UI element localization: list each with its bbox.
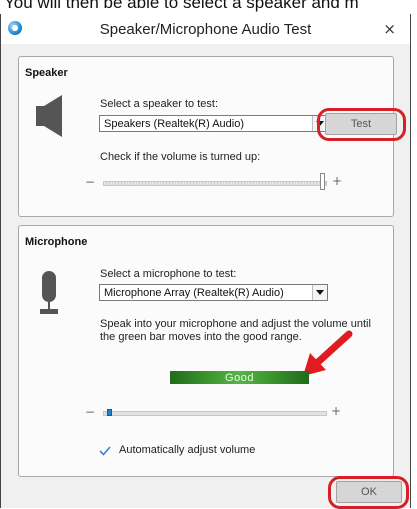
speaker-volume-label: Check if the volume is turned up: [100,151,261,163]
microphone-select-label: Select a microphone to test: [100,268,237,280]
microphone-dropdown-value: Microphone Array (Realtek(R) Audio) [104,287,284,299]
dialog-window: Speaker/Microphone Audio Test × Speaker … [0,14,411,509]
close-button[interactable]: × [383,20,396,38]
speaker-select-label: Select a speaker to test: [100,98,219,110]
speaker-volume-decrease[interactable]: − [85,175,95,189]
speaker-volume-increase[interactable]: + [332,174,342,188]
speaker-dropdown-value: Speakers (Realtek(R) Audio) [104,118,245,130]
auto-adjust-label: Automatically adjust volume [119,444,256,456]
speaker-dropdown[interactable]: Speakers (Realtek(R) Audio) [99,115,328,132]
title-bar: Speaker/Microphone Audio Test × [1,14,410,44]
ok-button[interactable]: OK [336,481,402,503]
microphone-instruction-line2: the green bar moves into the good range. [100,331,302,343]
microphone-volume-thumb[interactable] [107,409,113,416]
microphone-dropdown[interactable]: Microphone Array (Realtek(R) Audio) [99,284,328,301]
test-button[interactable]: Test [325,113,397,135]
chevron-down-icon [312,285,327,300]
microphone-section-title: Microphone [25,236,88,248]
microphone-volume-slider[interactable] [103,411,327,416]
speaker-icon [36,95,62,137]
speaker-volume-slider[interactable] [103,181,327,186]
speaker-section-title: Speaker [25,67,68,79]
microphone-instruction-line1: Speak into your microphone and adjust th… [100,318,371,330]
checkmark-icon [99,446,111,456]
caption-text: You will then be able to select a speake… [4,0,359,12]
mic-level-indicator: Good [170,371,309,384]
speaker-volume-thumb[interactable] [320,173,325,190]
caption-strip: You will then be able to select a speake… [0,0,417,14]
mic-level-text: Good [225,371,254,384]
microphone-volume-decrease[interactable]: − [85,405,95,419]
auto-adjust-checkbox[interactable] [98,444,112,458]
window-title: Speaker/Microphone Audio Test [99,21,312,38]
microphone-volume-increase[interactable]: + [331,404,341,418]
microphone-icon [40,271,58,314]
